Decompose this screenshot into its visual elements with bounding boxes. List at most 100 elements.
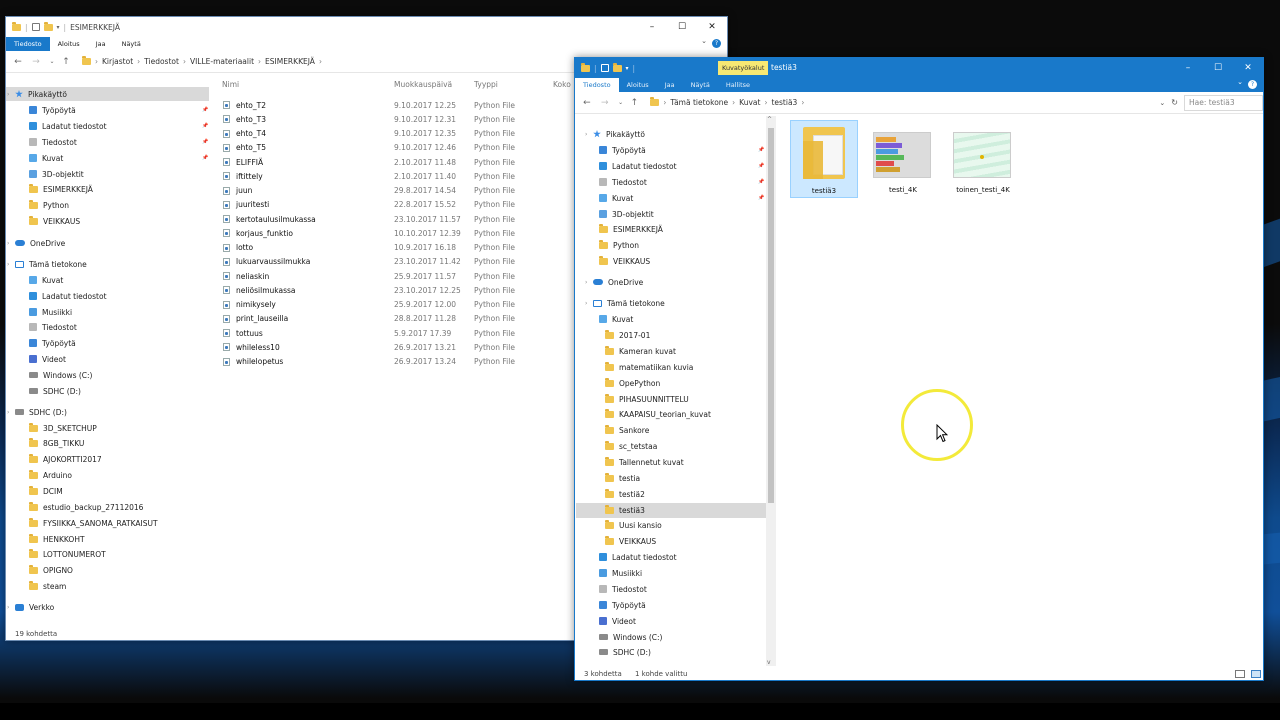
nav-item[interactable]: Uusi kansio <box>605 518 662 532</box>
file-date: 29.8.2017 14.54 <box>394 186 457 195</box>
recent-locations-icon[interactable]: ⌄ <box>615 99 627 106</box>
nav-item[interactable]: testiä2 <box>605 487 645 501</box>
file-date: 26.9.2017 13.24 <box>394 357 457 366</box>
scrollbar-thumb[interactable] <box>768 128 774 503</box>
nav-item[interactable]: Videot <box>599 614 636 628</box>
nav-item[interactable]: sc_tetstaa <box>605 439 657 453</box>
folder-icon <box>605 377 614 387</box>
nav-item[interactable]: Kuvat <box>599 312 633 326</box>
nav-item[interactable]: › OneDrive <box>585 275 644 289</box>
nav-item[interactable]: Tallennetut kuvat <box>605 455 684 469</box>
nav-item[interactable]: Kuvat 📌 <box>599 191 764 205</box>
tab-4[interactable]: Hallitse <box>718 78 758 92</box>
folder-icon <box>605 488 614 498</box>
nav-scrollbar[interactable]: ^ v <box>766 116 776 666</box>
nav-item[interactable]: PIHASUUNNITTELU <box>605 392 689 406</box>
breadcrumb-separator-icon[interactable]: › <box>732 98 735 107</box>
nav-item[interactable]: 3D-objektit <box>599 207 654 221</box>
nav-item[interactable]: Python <box>599 238 639 252</box>
nav-item[interactable]: Ladatut tiedostot 📌 <box>599 159 764 173</box>
breadcrumb-item[interactable]: Kuvat <box>739 98 760 107</box>
expand-chevron-icon[interactable]: › <box>585 279 587 286</box>
nav-item-label: testia <box>619 473 641 483</box>
desktop-icon <box>599 601 607 609</box>
breadcrumb-separator-icon[interactable]: › <box>663 98 666 107</box>
content-item[interactable]: toinen_testi_4K <box>949 120 1017 198</box>
nav-item[interactable]: testia <box>605 471 640 485</box>
ribbon-expand-icon[interactable]: ⌄ <box>1237 78 1243 86</box>
content-item[interactable]: testiä3 <box>790 120 858 198</box>
window-controls: – ☐ ✕ <box>1173 58 1263 78</box>
back-button[interactable]: ← <box>581 98 593 108</box>
close-button[interactable]: ✕ <box>1233 58 1263 78</box>
nav-item[interactable]: Musiikki <box>599 566 642 580</box>
nav-item[interactable]: OpePython <box>605 376 660 390</box>
tab-2[interactable]: Jaa <box>657 78 683 92</box>
nav-item-label: OneDrive <box>608 277 644 287</box>
nav-item[interactable]: KAAPAISU_teorian_kuvat <box>605 407 711 421</box>
file-date: 23.10.2017 11.57 <box>394 214 461 224</box>
nav-item[interactable]: › Tämä tietokone <box>585 296 665 310</box>
nav-item-label: testiä3 <box>619 505 645 515</box>
scroll-up-icon[interactable]: ^ <box>767 116 772 123</box>
nav-item[interactable]: Työpöytä <box>599 598 646 612</box>
python-file-icon <box>223 357 230 366</box>
help-icon[interactable]: ? <box>1248 80 1257 89</box>
breadcrumb-item[interactable]: testiä3 <box>771 98 797 107</box>
content-item[interactable]: testi_4K <box>869 120 937 198</box>
nav-item[interactable]: VEIKKAUS <box>605 534 656 548</box>
large-icons-view-icon[interactable] <box>1251 670 1261 678</box>
new-folder-icon[interactable] <box>612 62 622 72</box>
nav-item[interactable]: VEIKKAUS <box>599 254 650 268</box>
title-bar[interactable]: | ▾ | Kuvatyökalut testiä3 – ☐ ✕ <box>575 58 1263 78</box>
file-name-cell: neliösilmukassa <box>223 286 295 295</box>
nav-item[interactable]: SDHC (D:) <box>599 645 651 659</box>
nav-item[interactable]: matematiikan kuvia <box>605 360 693 374</box>
tab-3[interactable]: Näytä <box>683 78 718 92</box>
file-name: neliösilmukassa <box>236 285 296 295</box>
code-block <box>876 161 894 166</box>
file-type: Python File <box>474 100 515 110</box>
file-name-cell: ehto_T2 <box>223 101 266 110</box>
expand-chevron-icon[interactable]: › <box>585 300 587 307</box>
details-view-icon[interactable] <box>1235 670 1245 678</box>
breadcrumb-item[interactable]: Tämä tietokone <box>670 98 728 107</box>
address-bar[interactable]: › Tämä tietokone › Kuvat › testiä3 › <box>646 95 1159 111</box>
nav-item[interactable]: Työpöytä 📌 <box>599 143 764 157</box>
nav-item[interactable]: › Pikakäyttö <box>585 127 645 141</box>
nav-item[interactable]: ESIMERKKEJÄ <box>599 222 663 236</box>
nav-item[interactable]: Tiedostot 📌 <box>599 175 764 189</box>
explorer-window-testia3[interactable]: | ▾ | Kuvatyökalut testiä3 – ☐ ✕ Tiedost… <box>574 57 1264 681</box>
nav-item-label: matematiikan kuvia <box>619 362 694 372</box>
nav-item[interactable]: Tiedostot <box>599 582 647 596</box>
minimize-button[interactable]: – <box>1173 58 1203 78</box>
nav-item[interactable]: Windows (C:) <box>599 630 662 644</box>
search-box[interactable]: Hae: testiä3 <box>1183 94 1263 111</box>
pictures-icon <box>599 315 607 323</box>
python-file-icon <box>223 186 230 195</box>
nav-item[interactable]: Kameran kuvat <box>605 344 676 358</box>
up-button[interactable]: ↑ <box>629 98 641 108</box>
file-type: Python File <box>474 357 515 366</box>
nav-item-label: Tiedostot <box>612 584 647 594</box>
address-dropdown-icon[interactable]: ⌄ <box>1159 99 1165 107</box>
expand-chevron-icon[interactable]: › <box>585 131 587 138</box>
qat-dropdown-icon[interactable]: ▾ <box>626 65 629 72</box>
refresh-icon[interactable]: ↻ <box>1171 98 1178 107</box>
file-name: juun <box>236 186 253 195</box>
tab-0[interactable]: Tiedosto <box>575 78 619 92</box>
forward-button[interactable]: → <box>599 98 611 108</box>
file-name-cell: nimikysely <box>223 300 276 309</box>
nav-item-label: Windows (C:) <box>613 632 663 642</box>
nav-item[interactable]: 2017-01 <box>605 328 650 342</box>
tab-1[interactable]: Aloitus <box>619 78 657 92</box>
breadcrumb-separator-icon[interactable]: › <box>801 98 804 107</box>
breadcrumb-separator-icon[interactable]: › <box>764 98 767 107</box>
nav-item[interactable]: Sankore <box>605 423 649 437</box>
scroll-down-icon[interactable]: v <box>767 659 771 666</box>
maximize-button[interactable]: ☐ <box>1203 58 1233 78</box>
nav-item[interactable]: testiä3 <box>605 503 645 517</box>
nav-item[interactable]: Ladatut tiedostot <box>599 550 677 564</box>
properties-icon[interactable] <box>600 64 609 72</box>
file-date: 2.10.2017 11.40 <box>394 171 457 181</box>
